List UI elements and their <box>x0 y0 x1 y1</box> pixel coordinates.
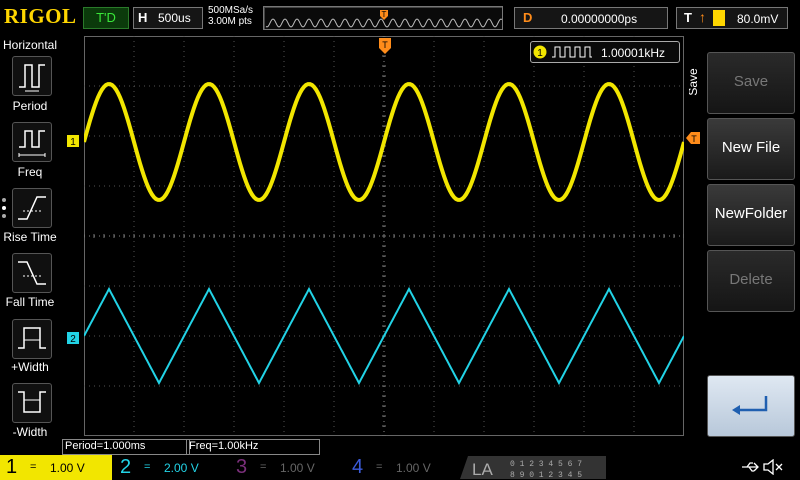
horizontal-label: H <box>138 10 148 25</box>
channel-3-coupling-icon: = <box>260 461 267 473</box>
rising-edge-icon: ↑ <box>699 9 706 25</box>
trigger-display[interactable]: T ↑ 80.0mV <box>676 7 788 29</box>
svg-text:T: T <box>382 10 387 19</box>
frequency-icon <box>18 130 46 157</box>
channel-status-bar: 1 = 1.00 V 2 = 2.00 V 3 = 1.00 V 4 = 1.0… <box>0 455 800 480</box>
waveform-display[interactable] <box>82 35 686 437</box>
channel-3-number: 3 <box>236 456 248 478</box>
channel-1-scale: 1.00 V <box>50 461 85 475</box>
channel-4-scale: 1.00 V <box>396 461 431 475</box>
channel-2-scale: 2.00 V <box>164 461 199 475</box>
period-icon <box>19 64 45 92</box>
positive-width-icon <box>18 327 46 349</box>
timebase-value: 500us <box>158 11 191 25</box>
acquisition-info: 500MSa/s 3.00M pts <box>208 5 253 27</box>
measure-freq-button[interactable] <box>12 122 52 162</box>
horizontal-delay-display[interactable]: D 0.00000000ps <box>514 7 668 29</box>
left-menu-title: Horizontal <box>2 38 58 52</box>
frequency-measurement[interactable]: Freq=1.00kHz <box>186 439 320 455</box>
channel-1-status[interactable]: 1 = 1.00 V <box>0 455 112 480</box>
svg-text:8 9 0 1 2 3 4 5: 8 9 0 1 2 3 4 5 <box>510 471 582 480</box>
trigger-source-ch1-icon <box>713 10 725 26</box>
grid-lines <box>83 35 685 437</box>
channel-1-offset-marker[interactable]: 1 <box>66 134 84 148</box>
timebase-display[interactable]: H 500us <box>133 7 203 29</box>
memory-depth: 3.00M pts <box>208 16 252 27</box>
channel-4-number: 4 <box>352 456 364 478</box>
counter-value: 1.00001kHz <box>601 46 666 60</box>
trigger-position-top-marker[interactable]: T <box>377 37 393 57</box>
svg-text:Save: Save <box>689 68 700 96</box>
channel-3-scale: 1.00 V <box>280 461 315 475</box>
rise-time-icon <box>18 196 46 220</box>
enter-button[interactable] <box>707 375 795 437</box>
measure-fall-time-button[interactable] <box>12 253 52 293</box>
channel-2-offset-marker[interactable]: 2 <box>66 331 84 345</box>
square-pulse-icon <box>552 46 592 58</box>
channel-2-status[interactable]: 2 = 2.00 V <box>114 455 224 480</box>
trigger-level-value: 80.0mV <box>737 12 779 26</box>
menu-page-dot-active <box>2 206 6 210</box>
measurement-strip: Period=1.000ms Freq=1.00kHz <box>62 439 782 455</box>
svg-text:1: 1 <box>70 137 76 148</box>
right-menu-title: Save <box>689 68 700 96</box>
svg-text:T: T <box>382 40 388 50</box>
svg-text:1: 1 <box>537 48 543 59</box>
run-status-badge[interactable]: T'D <box>83 7 129 29</box>
svg-text:2: 2 <box>70 334 76 345</box>
measure-rise-time-button[interactable] <box>12 188 52 228</box>
sound-icon[interactable] <box>762 459 784 475</box>
enter-arrow-icon <box>732 396 768 415</box>
measure-negative-width-label: -Width <box>12 425 48 439</box>
measure-rise-time-label: Rise Time <box>3 230 57 244</box>
channel-3-status[interactable]: 3 = 1.00 V <box>230 455 342 480</box>
delay-label: D <box>523 10 533 25</box>
channel-4-status[interactable]: 4 = 1.00 V <box>346 455 458 480</box>
trigger-label: T <box>684 10 692 25</box>
measure-positive-width-label: +Width <box>11 360 49 374</box>
channel-2-number: 2 <box>120 456 132 478</box>
memory-overview-waveform: T <box>264 7 502 29</box>
fall-time-icon <box>18 261 46 285</box>
measure-period-button[interactable] <box>12 56 52 96</box>
channel-1-number: 1 <box>6 456 18 478</box>
usb-icon <box>742 462 759 472</box>
brand-logo: RIGOL <box>4 4 77 28</box>
sample-rate: 500MSa/s <box>208 5 254 16</box>
measure-freq-label: Freq <box>17 165 43 179</box>
measure-positive-width-button[interactable] <box>12 319 52 359</box>
waveform-grid <box>82 35 686 437</box>
channel-1-coupling-icon: = <box>30 461 37 473</box>
new-folder-button[interactable]: NewFolder <box>707 184 795 246</box>
period-measurement[interactable]: Period=1.000ms <box>62 439 190 455</box>
delete-button[interactable]: Delete <box>707 250 795 312</box>
counter-channel-badge: 1 <box>533 45 547 59</box>
new-file-button[interactable]: New File <box>707 118 795 180</box>
measure-period-label: Period <box>12 99 48 113</box>
save-button[interactable]: Save <box>707 52 795 114</box>
frequency-counter[interactable]: 1 1.00001kHz <box>530 41 680 63</box>
svg-text:0 1 2 3 4 5 6 7: 0 1 2 3 4 5 6 7 <box>510 460 582 469</box>
negative-width-icon <box>18 391 46 413</box>
svg-text:LA: LA <box>472 460 493 479</box>
delay-value: 0.00000000ps <box>561 12 638 26</box>
measure-negative-width-button[interactable] <box>12 383 52 423</box>
menu-page-dot <box>2 198 6 202</box>
menu-page-dot <box>2 214 6 218</box>
memory-position-bar[interactable]: T <box>263 6 503 30</box>
channel-4-coupling-icon: = <box>376 461 383 473</box>
channel-2-coupling-icon: = <box>144 461 151 473</box>
logic-analyzer-status[interactable]: LA 0 1 2 3 4 5 6 7 8 9 0 1 2 3 4 5 <box>460 455 610 480</box>
left-measure-menu: Horizontal Period Freq Rise Time Fall Ti… <box>0 36 60 440</box>
measure-fall-time-label: Fall Time <box>5 295 55 309</box>
